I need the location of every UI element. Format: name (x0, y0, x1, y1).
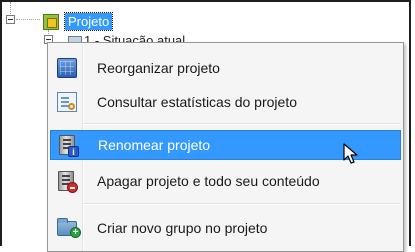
root-collapse-expander[interactable] (6, 15, 15, 24)
menu-separator (84, 203, 400, 205)
delete-badge-icon (67, 182, 78, 193)
tree-node-project[interactable]: Projeto (63, 12, 114, 31)
server-rename-icon: i (59, 135, 79, 157)
menu-item-label: Consultar estatísticas do projeto (97, 94, 297, 110)
add-badge-icon: + (70, 227, 81, 238)
menu-item-reorganize-project[interactable]: Reorganizar projeto (50, 53, 401, 83)
tree-connector-line (16, 19, 40, 20)
menu-item-label: Renomear projeto (98, 137, 211, 153)
statistics-icon (57, 92, 77, 112)
project-node-icon (43, 14, 59, 30)
menu-item-delete-project[interactable]: Apagar projeto e todo seu conteúdo (50, 166, 401, 196)
menu-item-label: Reorganizar projeto (97, 60, 220, 76)
server-delete-icon (58, 171, 78, 193)
cube-grid-icon (57, 58, 77, 78)
menu-item-project-statistics[interactable]: Consultar estatísticas do projeto (50, 87, 401, 117)
menu-separator (84, 123, 400, 125)
folder-add-icon: + (57, 218, 81, 238)
menu-item-label: Criar novo grupo no projeto (97, 220, 268, 236)
rename-badge-icon: i (68, 146, 79, 157)
menu-item-create-group[interactable]: + Criar novo grupo no projeto (50, 213, 401, 243)
mouse-cursor-icon (343, 143, 358, 164)
menu-item-label: Apagar projeto e todo seu conteúdo (97, 173, 320, 189)
